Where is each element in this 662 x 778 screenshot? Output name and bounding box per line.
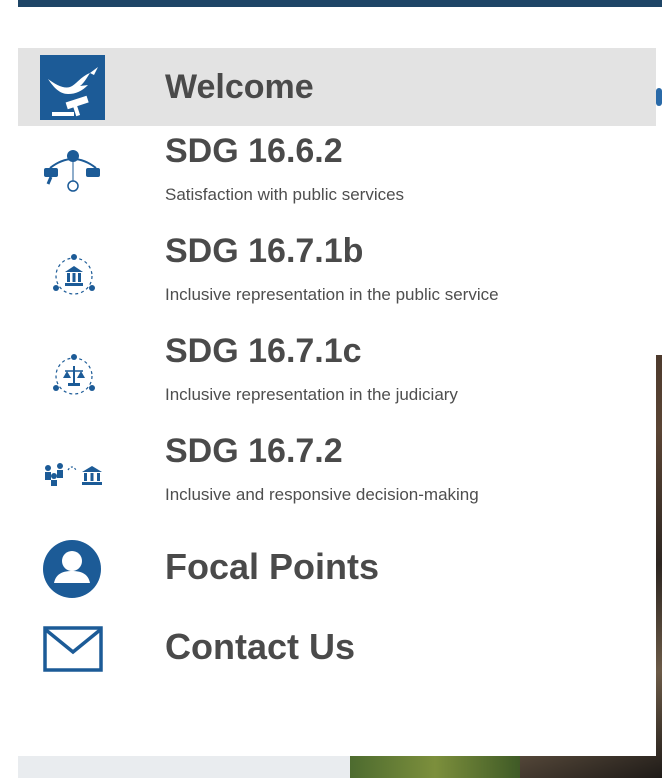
focal-points-label: Focal Points [165,546,380,587]
sdg-16-6-2-title: SDG 16.6.2 [165,132,343,170]
dove-gavel-icon [40,55,105,125]
top-header-bar [18,0,662,7]
public-services-icon [40,146,106,205]
navigation-menu: Welcome SDG 16.6.2 Satisfaction with pub… [18,18,656,756]
menu-item-sdg-16-7-2[interactable]: SDG 16.7.2 Inclusive and responsive deci… [18,432,656,516]
sdg-16-7-1c-title: SDG 16.7.1c [165,332,362,370]
decision-making-icon [42,456,104,501]
sdg-16-7-1c-subtitle: Inclusive representation in the judiciar… [165,385,458,404]
menu-item-contact-us[interactable]: Contact Us [18,614,656,680]
sdg-16-7-2-title: SDG 16.7.2 [165,432,343,470]
sdg-16-7-1b-subtitle: Inclusive representation in the public s… [165,285,499,304]
user-circle-icon [42,539,102,604]
background-edge-element [656,88,662,106]
sdg-16-7-2-subtitle: Inclusive and responsive decision-making [165,485,479,504]
contact-us-label: Contact Us [165,626,356,667]
envelope-icon [43,626,103,677]
menu-item-sdg-16-6-2[interactable]: SDG 16.6.2 Satisfaction with public serv… [18,132,656,216]
public-service-building-icon [48,250,100,303]
menu-item-welcome-label: Welcome [165,68,314,106]
menu-item-welcome[interactable]: Welcome [18,48,656,126]
sdg-16-7-1b-title: SDG 16.7.1b [165,232,364,270]
judiciary-scales-icon [48,350,100,403]
menu-item-sdg-16-7-1c[interactable]: SDG 16.7.1c Inclusive representation in … [18,332,656,416]
menu-item-sdg-16-7-1b[interactable]: SDG 16.7.1b Inclusive representation in … [18,232,656,316]
menu-item-focal-points[interactable]: Focal Points [18,534,656,600]
sdg-16-6-2-subtitle: Satisfaction with public services [165,185,405,204]
background-strip [18,755,350,778]
